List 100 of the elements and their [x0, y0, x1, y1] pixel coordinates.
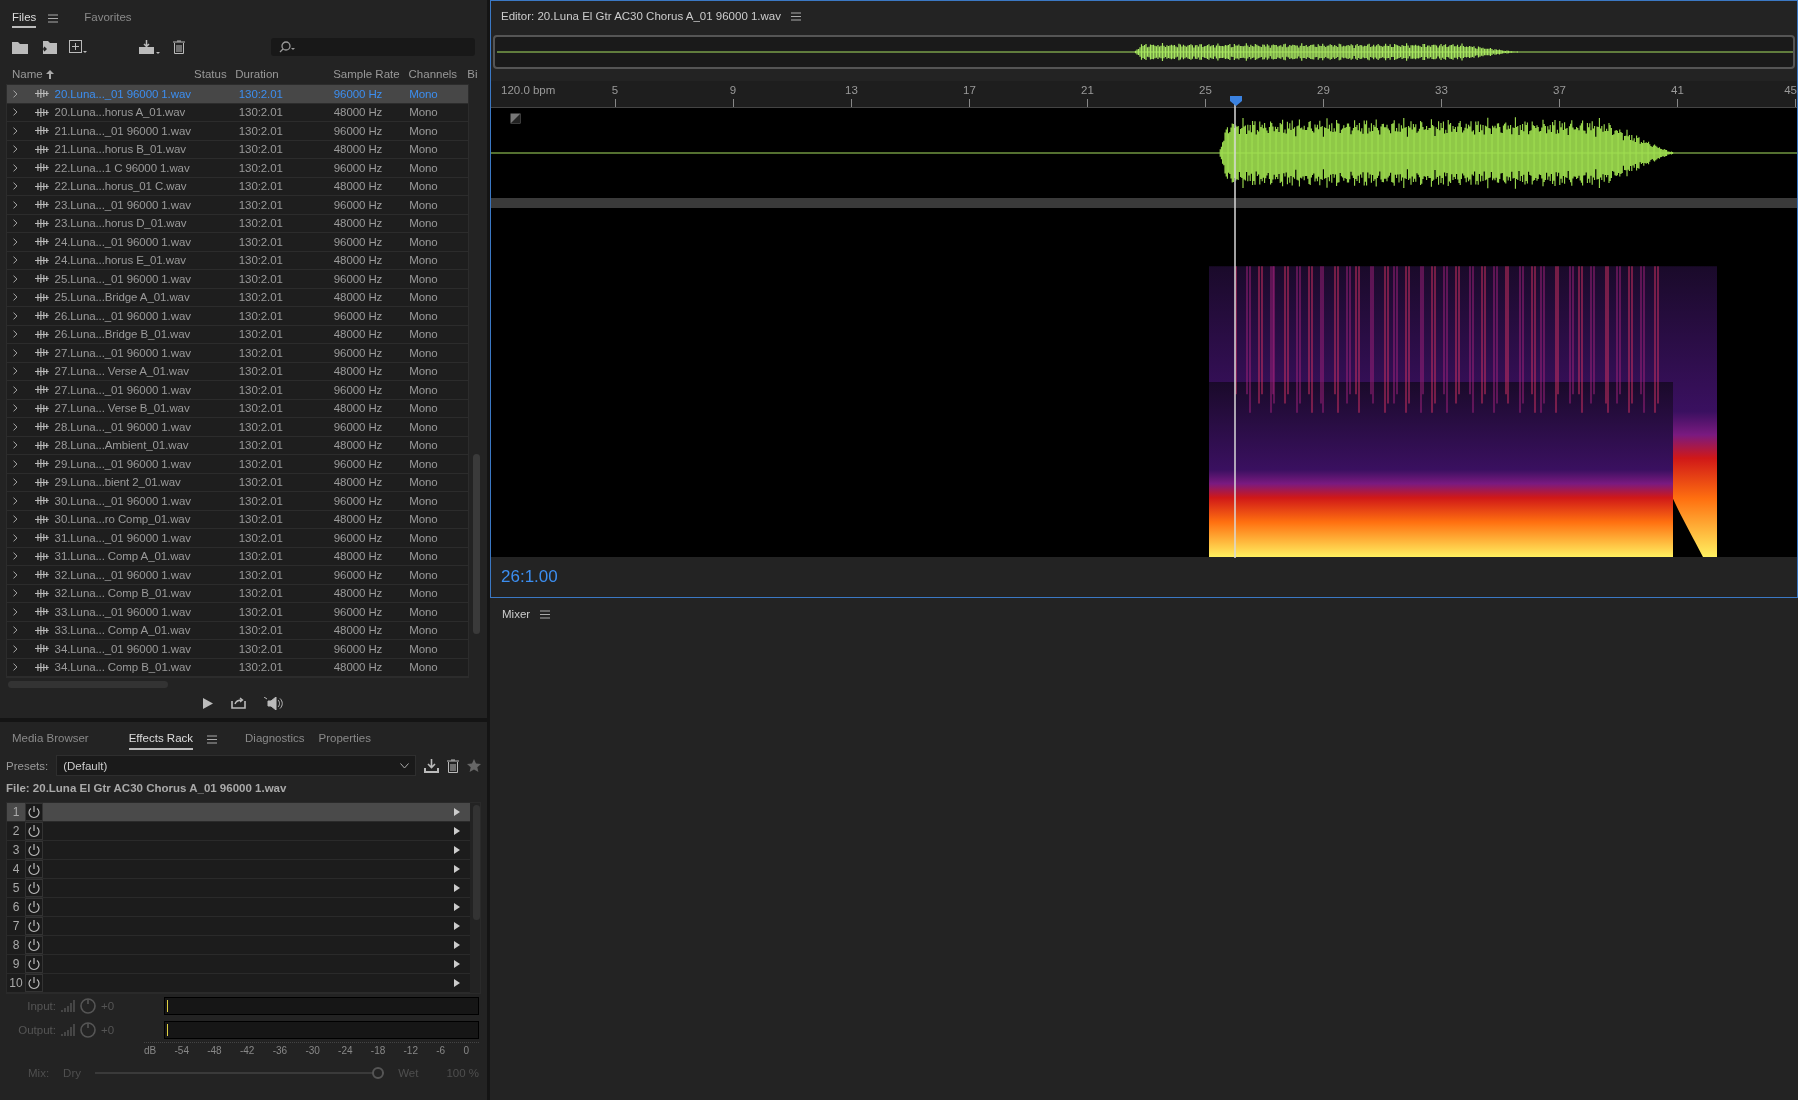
folder-icon[interactable]	[12, 40, 28, 54]
triangle-right-icon[interactable]	[454, 827, 460, 835]
triangle-right-icon[interactable]	[454, 960, 460, 968]
file-row[interactable]: 34.Luna..._01 96000 1.wav 130:2.01 96000 Hz Mono	[7, 640, 468, 659]
effect-slot[interactable]: 7	[7, 917, 470, 936]
waveform-icon	[34, 496, 49, 506]
search-field[interactable]	[271, 38, 475, 56]
triangle-right-icon[interactable]	[454, 808, 460, 816]
channels-cell-text: Mono	[409, 254, 439, 267]
triangle-right-icon[interactable]	[454, 865, 460, 873]
file-row[interactable]: 32.Luna..._01 96000 1.wav 130:2.01 96000 Hz Mono	[7, 566, 468, 585]
panel-tab[interactable]: Favorites	[84, 8, 132, 28]
effect-slot[interactable]: 3	[7, 841, 470, 860]
sample-rate-cell-text: 48000 Hz	[333, 254, 384, 267]
bar-number: 41	[1671, 84, 1683, 96]
file-row[interactable]: 23.Luna..._01 96000 1.wav 130:2.01 96000 Hz Mono	[7, 196, 468, 215]
download-icon[interactable]	[424, 758, 439, 773]
panel-tab[interactable]: Diagnostics	[245, 728, 305, 750]
triangle-right-icon[interactable]	[454, 979, 460, 987]
column-header[interactable]: Status	[194, 68, 236, 80]
file-name: 33.Luna... Comp A_01.wav	[54, 624, 192, 637]
presets-dropdown[interactable]: (Default)	[56, 755, 416, 776]
power-icon[interactable]	[25, 879, 43, 897]
file-row[interactable]: 26.Luna..._01 96000 1.wav 130:2.01 96000 Hz Mono	[7, 307, 468, 326]
file-row[interactable]: 21.Luna..._01 96000 1.wav 130:2.01 96000 Hz Mono	[7, 122, 468, 141]
duration-cell-text: 130:2.01	[237, 402, 284, 415]
menu-icon[interactable]	[540, 609, 551, 619]
power-icon[interactable]	[25, 822, 43, 840]
column-header[interactable]: Bi	[467, 68, 481, 80]
slider-thumb[interactable]	[372, 1067, 385, 1079]
play-icon[interactable]	[203, 697, 213, 709]
channels-cell-text: Mono	[409, 587, 439, 600]
panel-tab[interactable]: Media Browser	[12, 728, 89, 750]
playhead-line[interactable]	[1230, 96, 1242, 558]
new-file-icon[interactable]	[69, 40, 87, 54]
effect-slot[interactable]: 5	[7, 879, 470, 898]
effect-slot[interactable]: 2	[7, 822, 470, 841]
trash-icon[interactable]	[173, 40, 185, 54]
power-icon[interactable]	[25, 860, 43, 878]
insert-icon[interactable]	[139, 39, 161, 55]
effect-slot[interactable]: 6	[7, 898, 470, 917]
file-row[interactable]: 27.Luna..._01 96000 1.wav 130:2.01 96000 Hz Mono	[7, 381, 468, 400]
sample-rate-cell-text: 48000 Hz	[333, 550, 384, 563]
power-icon[interactable]	[25, 955, 43, 973]
db-scale-label: -42	[239, 1045, 255, 1058]
toggle-icon[interactable]	[510, 113, 521, 124]
effect-slot[interactable]: 10	[7, 974, 470, 993]
power-icon[interactable]	[25, 936, 43, 954]
file-row[interactable]: 31.Luna..._01 96000 1.wav 130:2.01 96000 Hz Mono	[7, 529, 468, 548]
timeline-ruler[interactable]: 120.0 bpm 5 9 13 17 21 25 29 33 37 41 45	[491, 81, 1797, 108]
column-header[interactable]: Duration	[235, 68, 334, 80]
menu-icon[interactable]	[207, 734, 218, 744]
sample-rate-cell-text: 96000 Hz	[333, 198, 384, 211]
star-icon[interactable]	[467, 759, 481, 772]
panel-tab[interactable]: Properties	[318, 728, 371, 750]
triangle-right-icon[interactable]	[454, 846, 460, 854]
chevron-icon[interactable]	[13, 89, 18, 98]
power-icon[interactable]	[25, 841, 43, 859]
file-row[interactable]: 33.Luna..._01 96000 1.wav 130:2.01 96000 Hz Mono	[7, 603, 468, 622]
file-row[interactable]: 30.Luna..._01 96000 1.wav 130:2.01 96000 Hz Mono	[7, 492, 468, 511]
triangle-right-icon[interactable]	[454, 903, 460, 911]
file-row[interactable]: 28.Luna..._01 96000 1.wav 130:2.01 96000 Hz Mono	[7, 418, 468, 437]
column-header[interactable]: Channels	[408, 68, 468, 80]
effect-slot[interactable]: 9	[7, 955, 470, 974]
slot-number: 3	[11, 843, 21, 857]
effect-slot[interactable]: 8	[7, 936, 470, 955]
panel-tab[interactable]: Files	[12, 8, 37, 28]
file-row[interactable]: 24.Luna..._01 96000 1.wav 130:2.01 96000 Hz Mono	[7, 233, 468, 252]
file-name: 22.Luna...horus_01 C.wav	[54, 180, 188, 193]
effect-slot[interactable]: 1	[7, 803, 470, 822]
channels-cell-text: Mono	[409, 346, 439, 359]
waveform-icon	[34, 181, 49, 191]
power-icon[interactable]	[25, 803, 43, 821]
sort-arrow-icon[interactable]	[45, 69, 54, 79]
triangle-right-icon[interactable]	[454, 941, 460, 949]
import-folder-icon[interactable]	[40, 40, 57, 54]
column-header[interactable]: Sample Rate	[333, 68, 409, 80]
file-row[interactable]: 25.Luna..._01 96000 1.wav 130:2.01 96000 Hz Mono	[7, 270, 468, 289]
column-header[interactable]: Name	[12, 68, 43, 80]
file-row[interactable]: 27.Luna..._01 96000 1.wav 130:2.01 96000 Hz Mono	[7, 344, 468, 363]
menu-icon[interactable]	[791, 11, 801, 21]
trash-icon[interactable]	[447, 758, 459, 773]
loop-export-icon[interactable]	[231, 697, 246, 709]
file-row[interactable]: 22.Luna...1 C 96000 1.wav 130:2.01 96000 Hz Mono	[7, 159, 468, 178]
power-icon[interactable]	[25, 898, 43, 916]
effect-slot[interactable]: 4	[7, 860, 470, 879]
channels-cell-text: Mono	[409, 642, 439, 655]
chevron-icon[interactable]	[13, 663, 18, 672]
menu-icon[interactable]	[48, 13, 59, 23]
sample-rate-cell-text: 96000 Hz	[333, 642, 384, 655]
panel-tab[interactable]: Effects Rack	[128, 728, 194, 750]
file-row[interactable]: 29.Luna..._01 96000 1.wav 130:2.01 96000 Hz Mono	[7, 455, 468, 474]
file-name: 34.Luna... Comp B_01.wav	[54, 661, 192, 674]
file-name: 21.Luna...horus B_01.wav	[54, 143, 187, 156]
power-icon[interactable]	[25, 917, 43, 935]
triangle-right-icon[interactable]	[454, 884, 460, 892]
power-icon[interactable]	[25, 974, 43, 992]
triangle-right-icon[interactable]	[454, 922, 460, 930]
overview-bar[interactable]	[493, 35, 1795, 69]
speaker-icon[interactable]	[264, 696, 284, 710]
